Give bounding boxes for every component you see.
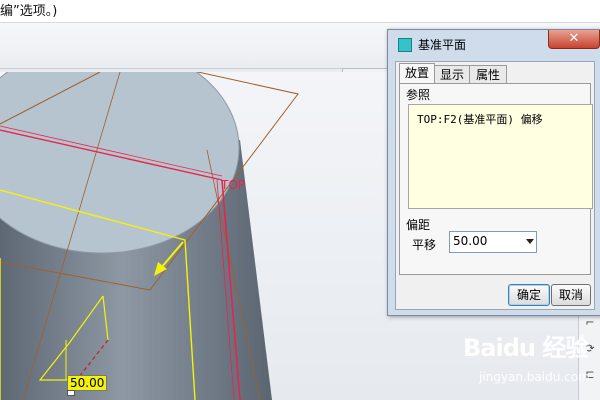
drag-handle[interactable] [67,390,75,396]
dimension-value-box[interactable]: 50.00 [67,375,108,391]
instruction-bar: 编”选项。) [0,0,600,22]
dialog-body: 放置 显示 属性 参照 TOP:F2(基准平面) 偏移 偏距 平移 50.00 … [395,61,595,310]
dialog-title: 基准平面 [418,38,467,52]
instruction-text: 编”选项。) [0,4,58,19]
tab-placement[interactable]: 放置 [399,63,435,84]
translation-combobox[interactable]: 50.00 [449,231,537,253]
tab-properties[interactable]: 属性 [469,65,507,84]
ok-button[interactable]: 确定 [508,284,550,306]
close-icon[interactable]: ✕ [548,30,600,49]
reference-item[interactable]: TOP:F2(基准平面) 偏移 [417,111,543,127]
references-label: 参照 [406,88,431,102]
watermark: Baidu 经验 jingyan.baidu.com [463,328,600,398]
plane-tag: TOP [221,178,246,192]
datum-plane-dialog: 基准平面 ✕ 放置 显示 属性 参照 TOP:F2(基准平面) 偏移 偏距 平移… [387,29,600,316]
tab-display[interactable]: 显示 [434,65,470,84]
offset-label: 偏距 [406,218,431,232]
placement-panel: 参照 TOP:F2(基准平面) 偏移 偏距 平移 50.00 [399,83,593,275]
cancel-button[interactable]: 取消 [551,284,591,306]
references-list[interactable]: TOP:F2(基准平面) 偏移 [408,104,593,209]
watermark-logo: Baidu 经验 [463,334,589,362]
dropdown-arrow-icon[interactable] [526,239,534,244]
watermark-url: jingyan.baidu.com [479,370,590,384]
dialog-app-icon [398,38,412,52]
translation-value[interactable]: 50.00 [453,234,487,248]
translation-label: 平移 [412,238,437,252]
dialog-titlebar[interactable]: 基准平面 ✕ [388,30,600,58]
